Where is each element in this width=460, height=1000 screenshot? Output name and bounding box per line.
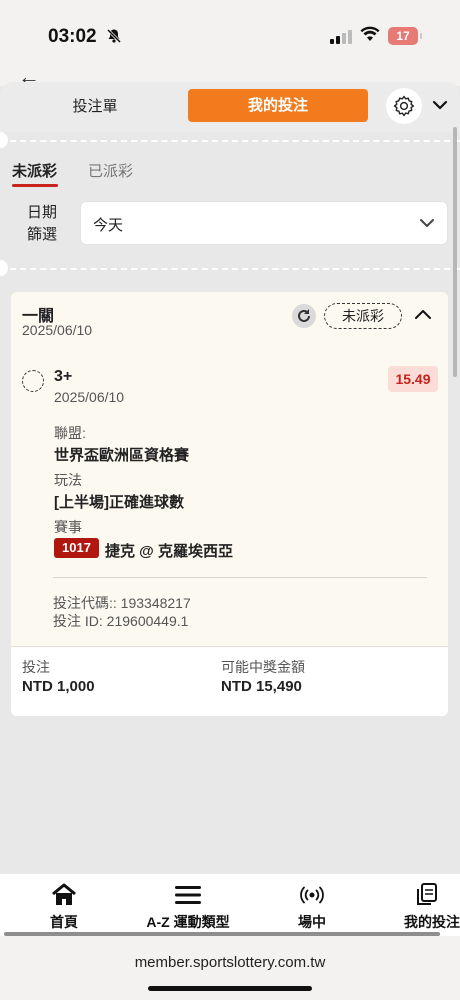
- battery-icon: 17: [388, 27, 422, 45]
- payout-label: 可能中獎金額: [221, 659, 305, 675]
- copy-icon: [417, 883, 437, 905]
- browser-url-bar[interactable]: member.sportslottery.com.tw: [0, 936, 460, 1000]
- scrollbar[interactable]: [453, 127, 457, 377]
- date-filter-select[interactable]: 今天: [80, 201, 448, 245]
- chevron-down-icon: [419, 216, 435, 234]
- signal-icon: [330, 30, 352, 44]
- chevron-down-icon[interactable]: [432, 98, 448, 116]
- status-bar: 03:02 17: [0, 0, 460, 70]
- url-text: member.sportslottery.com.tw: [134, 954, 326, 971]
- stake-label: 投注: [22, 659, 50, 675]
- settings-button[interactable]: [386, 88, 422, 124]
- stake-value: NTD 1,000: [22, 678, 95, 695]
- tab-my-bets[interactable]: 我的投注: [188, 89, 368, 122]
- sheet-header: 投注單 我的投注: [0, 82, 460, 132]
- status-time: 03:02: [48, 26, 97, 47]
- gear-icon: [393, 95, 415, 117]
- subtab-unsettled[interactable]: 未派彩: [12, 160, 59, 187]
- date-filter-label: 日期 篩選: [26, 204, 57, 243]
- bet-code: 投注代碼:: 193348217: [53, 595, 191, 611]
- ticket-notch: [0, 260, 8, 276]
- subtab-settled[interactable]: 已派彩: [88, 160, 133, 181]
- match-number-badge-inline: 1017: [54, 538, 99, 558]
- bet-id: 投注 ID: 219600449.1: [53, 613, 189, 629]
- match-name: 捷克 @ 克羅埃西亞: [105, 543, 233, 560]
- wifi-icon: [360, 26, 380, 47]
- bet-summary: 投注 NTD 1,000 可能中獎金額 NTD 15,490: [11, 646, 448, 716]
- divider: [53, 577, 427, 578]
- date-filter-value: 今天: [93, 217, 124, 234]
- nav-my-bets[interactable]: 我的投注: [382, 882, 460, 932]
- nav-sports-az[interactable]: A-Z 運動類型: [133, 882, 243, 932]
- dashed-divider: [0, 140, 460, 142]
- menu-icon: [175, 886, 201, 904]
- live-icon: [300, 886, 324, 904]
- nav-home[interactable]: 首頁: [9, 882, 119, 932]
- ticket-notch: [0, 132, 8, 148]
- tab-betslip[interactable]: 投注單: [52, 92, 138, 122]
- bell-muted-icon: [106, 28, 122, 49]
- card-lower: 1017 捷克 @ 克羅埃西亞 投注代碼:: 193348217 投注 ID: …: [11, 292, 448, 716]
- dashed-divider: [0, 268, 460, 270]
- home-icon: [52, 883, 76, 905]
- payout-value: NTD 15,490: [221, 678, 302, 695]
- bottom-nav: 首頁 A-Z 運動類型 場中 我的投注: [0, 874, 460, 936]
- nav-live[interactable]: 場中: [257, 882, 367, 932]
- home-indicator[interactable]: [148, 986, 312, 991]
